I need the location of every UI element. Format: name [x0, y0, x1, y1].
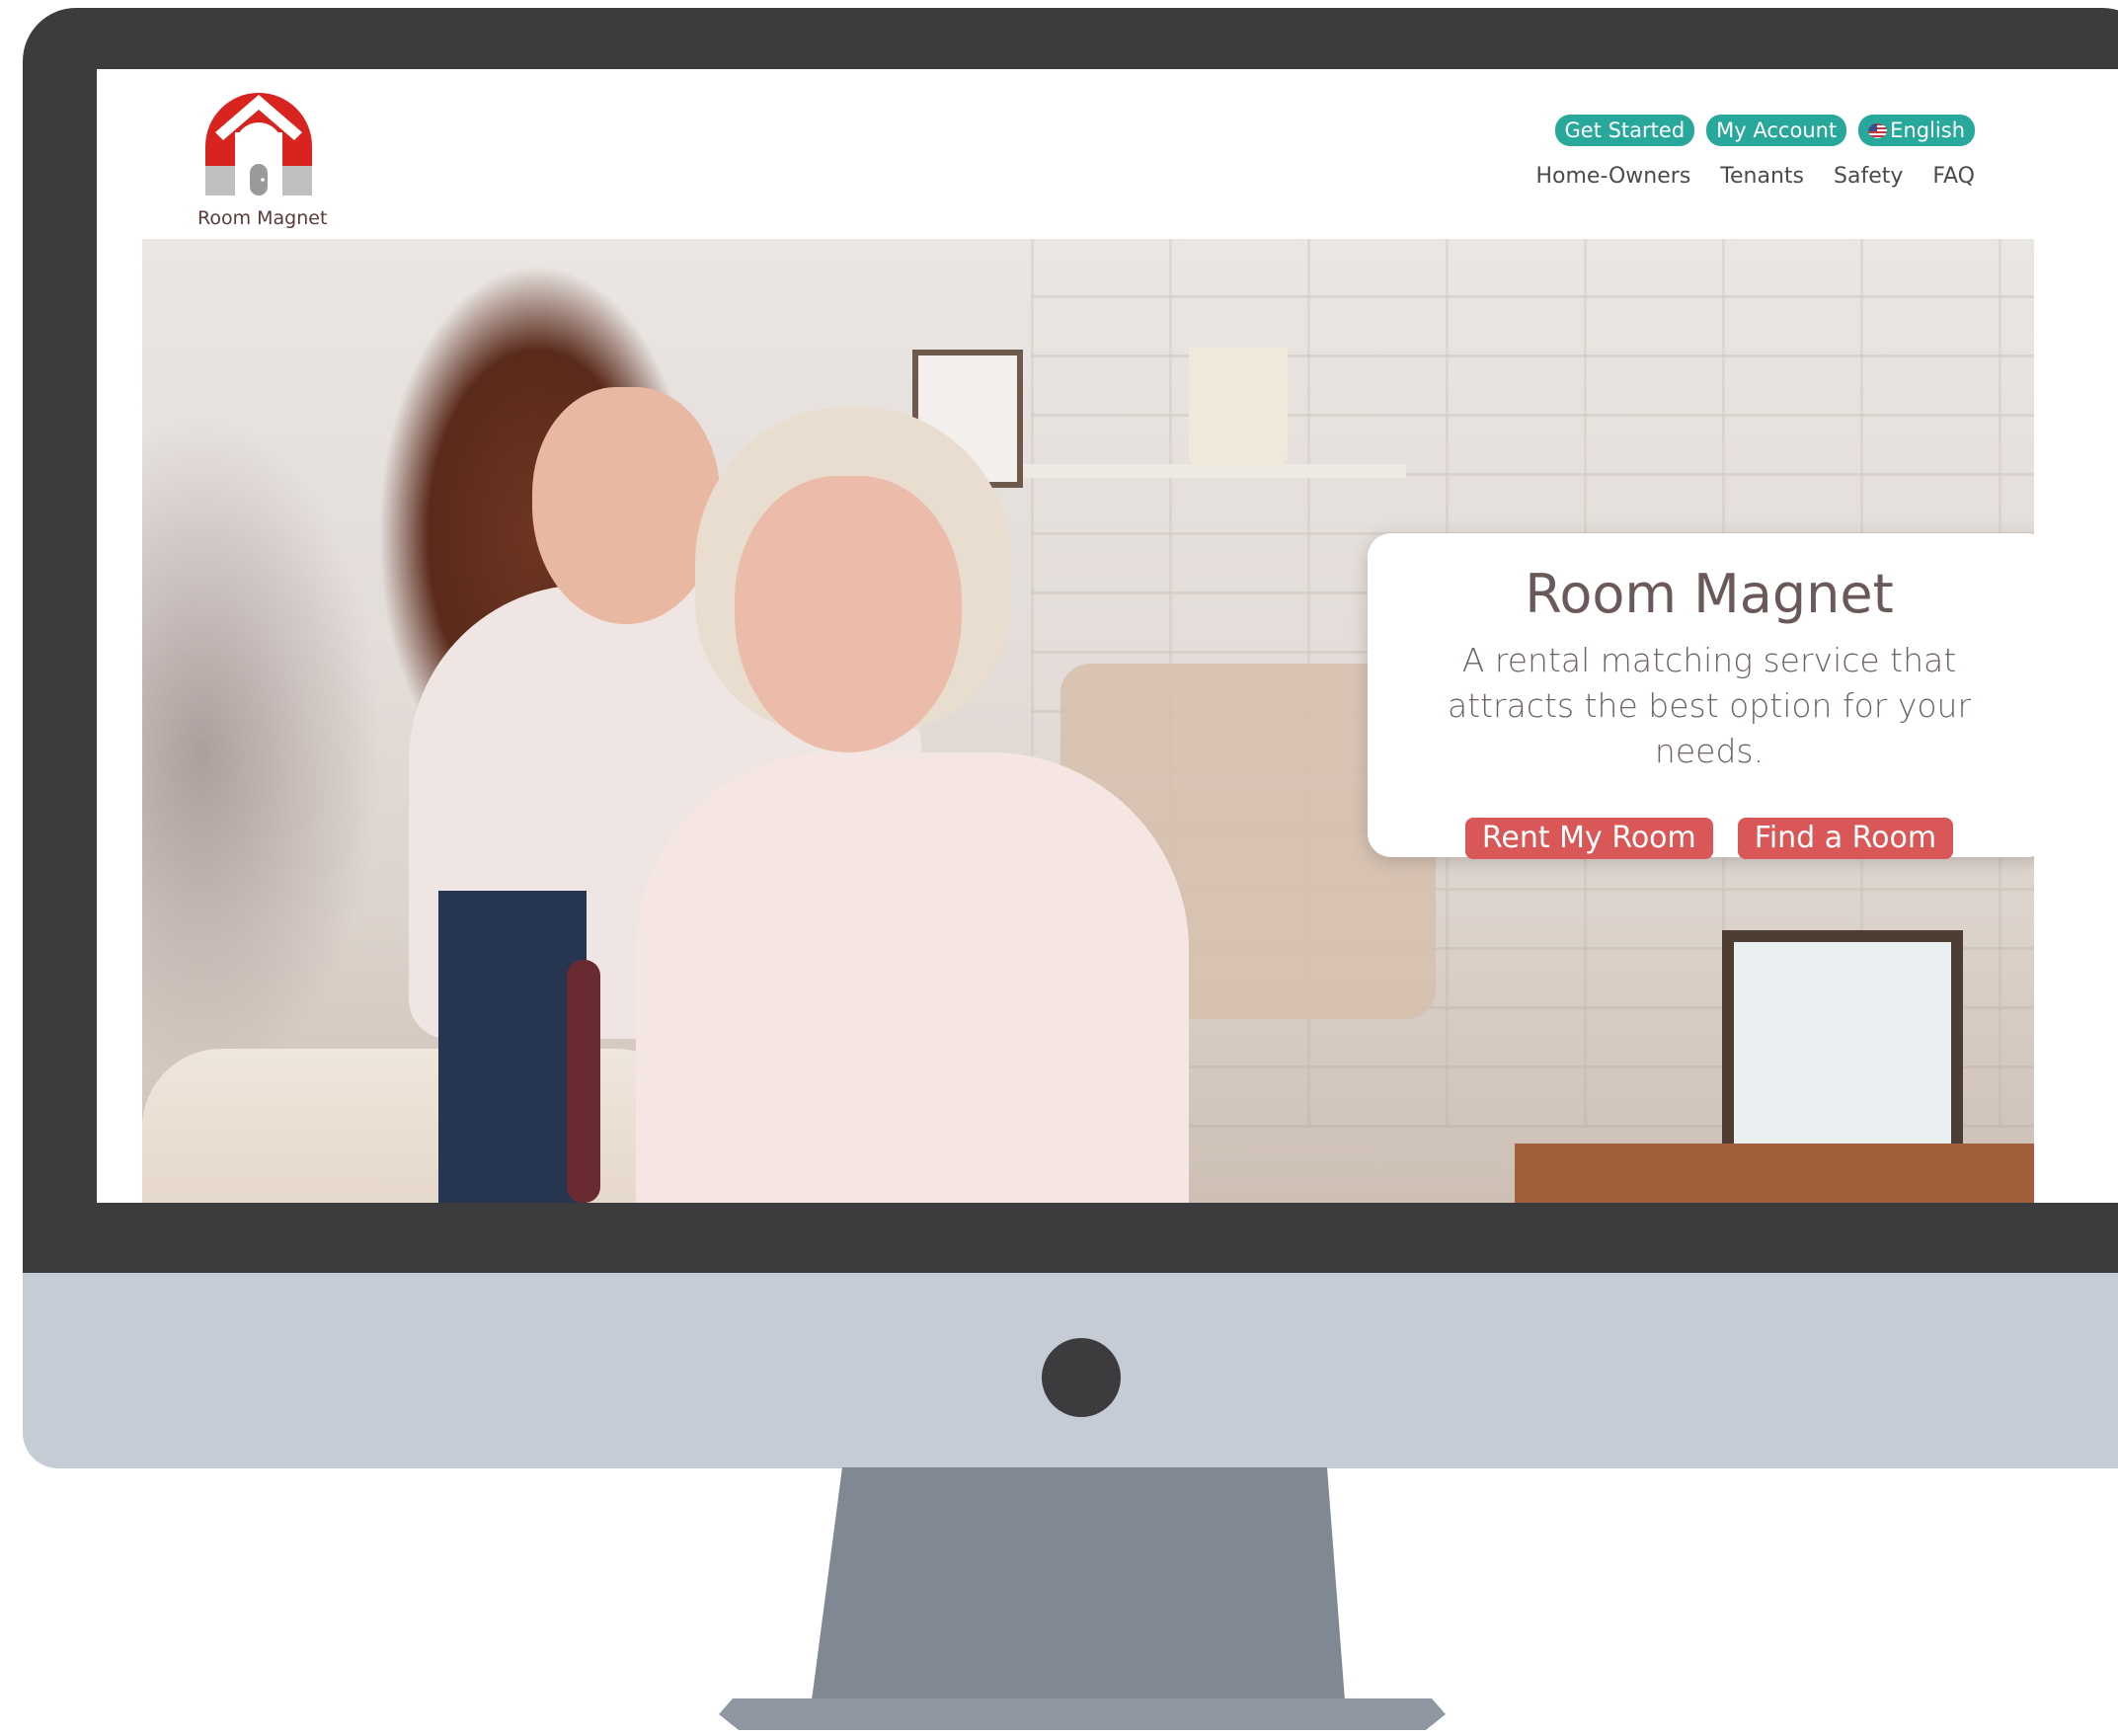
- nav-home-owners[interactable]: Home-Owners: [1535, 164, 1690, 189]
- my-account-button[interactable]: My Account: [1706, 115, 1847, 146]
- magnet-house-icon: [205, 93, 312, 196]
- main-nav: Home-Owners Tenants Safety FAQ: [1535, 164, 1975, 189]
- find-a-room-button[interactable]: Find a Room: [1737, 818, 1954, 859]
- get-started-button[interactable]: Get Started: [1554, 115, 1695, 146]
- hero-title: Room Magnet: [1525, 563, 1894, 625]
- nav-safety[interactable]: Safety: [1834, 164, 1903, 189]
- website-screen: Room Magnet Get Started My Account Engli…: [97, 69, 2118, 1203]
- header-actions: Get Started My Account English: [1554, 115, 1975, 146]
- wheelchair-handle: [567, 960, 600, 1203]
- elder-face: [735, 476, 962, 752]
- elder-body: [636, 752, 1189, 1203]
- rent-my-room-button[interactable]: Rent My Room: [1464, 818, 1713, 859]
- plant-pot: [1189, 348, 1288, 466]
- us-flag-icon: [1868, 123, 1888, 138]
- hero-subtitle: A rental matching service that attracts …: [1447, 641, 1972, 770]
- hero-buttons: Rent My Room Find a Room: [1368, 818, 2034, 859]
- monitor-base: [719, 1698, 1446, 1730]
- language-label: English: [1890, 118, 1965, 142]
- brand-logo[interactable]: Room Magnet: [197, 81, 328, 239]
- caregiver-jeans: [438, 891, 587, 1203]
- side-table: [1515, 1144, 2034, 1203]
- bedspread: [142, 1049, 695, 1203]
- language-selector[interactable]: English: [1858, 115, 1975, 146]
- hero-image: Room Magnet A rental matching service th…: [142, 239, 2034, 1203]
- nav-tenants[interactable]: Tenants: [1720, 164, 1804, 189]
- nav-faq[interactable]: FAQ: [1932, 164, 1975, 189]
- monitor-stand: [812, 1467, 1345, 1700]
- logo-wordmark: Room Magnet: [197, 207, 328, 229]
- caregiver-face: [532, 387, 720, 624]
- monitor-logo-dot: [1042, 1338, 1121, 1417]
- hero-card: Room Magnet A rental matching service th…: [1368, 533, 2034, 859]
